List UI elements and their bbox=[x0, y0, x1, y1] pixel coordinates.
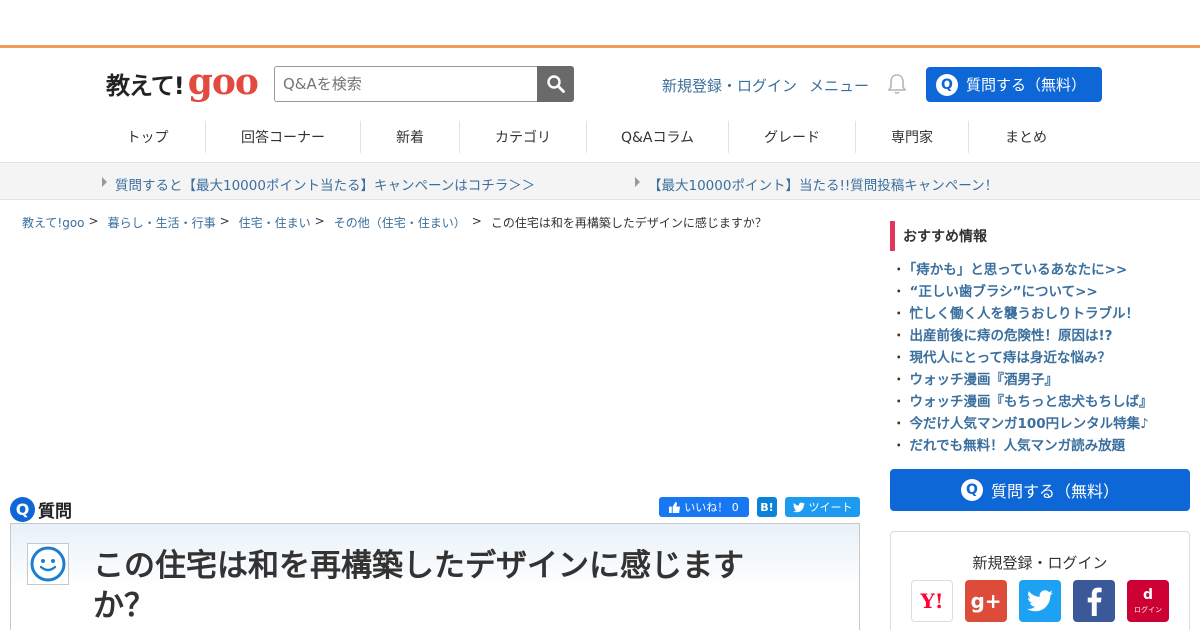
docomo-d-icon: d bbox=[1142, 586, 1154, 603]
twitter-bird-icon bbox=[792, 502, 805, 512]
docomo-login-label: ログイン bbox=[1134, 605, 1162, 614]
breadcrumb-separator: > bbox=[88, 214, 99, 228]
recommend-list: ・「痔かも」と思っているあなたに>> ・ “正しい歯ブラシ”について>> ・忙しく… bbox=[892, 259, 1153, 457]
google-plus-icon: g+ bbox=[970, 589, 1002, 613]
list-item[interactable]: ・ウォッチ漫画『酒男子』 bbox=[892, 369, 1153, 391]
login-title: 新規登録・ログイン bbox=[972, 554, 1108, 572]
nav-item-qa-column[interactable]: Q&Aコラム bbox=[587, 121, 729, 153]
logo-text: 教えて! bbox=[106, 72, 185, 100]
google-plus-login-button[interactable]: g+ bbox=[965, 580, 1007, 622]
breadcrumb-link-home[interactable]: 教えて!goo bbox=[22, 214, 85, 231]
question-box: この住宅は和を再構築したデザインに感じますか？ bbox=[10, 523, 860, 630]
arrow-right-icon bbox=[102, 177, 107, 187]
campaign-bar: 質問すると【最大10000ポイント当たる】キャンペーンはコチラ＞＞ 【最大100… bbox=[0, 163, 1200, 200]
nav-item-expert[interactable]: 専門家 bbox=[856, 121, 969, 153]
breadcrumb-separator: > bbox=[314, 214, 325, 228]
ask-question-button[interactable]: Q 質問する（無料） bbox=[926, 67, 1102, 102]
question-title: この住宅は和を再構築したデザインに感じますか？ bbox=[93, 548, 744, 624]
avatar[interactable] bbox=[27, 543, 69, 585]
menu-link[interactable]: メニュー bbox=[809, 75, 869, 96]
search-input[interactable] bbox=[274, 66, 538, 102]
yahoo-icon: Y! bbox=[920, 589, 944, 613]
list-item[interactable]: ・「痔かも」と思っているあなたに>> bbox=[892, 259, 1153, 281]
list-item[interactable]: ・忙しく働く人を襲うおしりトラブル！ bbox=[892, 303, 1153, 325]
hatena-bookmark-button[interactable]: B! bbox=[757, 497, 777, 517]
list-item[interactable]: ・ウォッチ漫画『もちっと忠犬もちしば』 bbox=[892, 391, 1153, 413]
q-icon: Q bbox=[936, 73, 958, 96]
tweet-label: ツイート bbox=[808, 501, 853, 514]
nav-item-top[interactable]: トップ bbox=[90, 121, 206, 153]
nav-item-answer-corner[interactable]: 回答コーナー bbox=[206, 121, 361, 153]
bell-icon[interactable] bbox=[887, 73, 907, 95]
sidebar-ask-label: 質問する（無料） bbox=[990, 482, 1119, 501]
nav-item-matome[interactable]: まとめ bbox=[969, 121, 1083, 153]
breadcrumb-separator: > bbox=[219, 214, 230, 228]
list-item[interactable]: ・今だけ人気マンガ100円レンタル特集♪ bbox=[892, 413, 1153, 435]
site-header: 教えて! goo 新規登録・ログイン メニュー Q 質問する（無料） トップ 回… bbox=[0, 51, 1200, 163]
breadcrumb-current: この住宅は和を再構築したデザインに感じますか？ bbox=[490, 216, 767, 230]
breadcrumb-separator: > bbox=[471, 214, 482, 228]
docomo-login-button[interactable]: d ログイン bbox=[1127, 580, 1169, 622]
breadcrumb-link-life[interactable]: 暮らし・生活・行事 bbox=[108, 214, 216, 231]
search-icon bbox=[546, 75, 565, 93]
login-box: 新規登録・ログイン Y! g+ d ログイン bbox=[890, 531, 1190, 630]
nav-item-category[interactable]: カテゴリ bbox=[460, 121, 587, 153]
breadcrumb: 教えて!goo > 暮らし・生活・行事 > 住宅・住まい > その他（住宅・住ま… bbox=[22, 214, 767, 231]
twitter-login-button[interactable] bbox=[1019, 580, 1061, 622]
list-item[interactable]: ・現代人にとって痔は身近な悩み？ bbox=[892, 347, 1153, 369]
search-button[interactable] bbox=[537, 66, 574, 102]
breadcrumb-link-housing[interactable]: 住宅・住まい bbox=[239, 214, 311, 231]
top-ad-bar bbox=[0, 0, 1200, 48]
list-item[interactable]: ・だれでも無料！人気マンガ読み放題 bbox=[892, 435, 1153, 457]
global-nav: トップ 回答コーナー 新着 カテゴリ Q&Aコラム グレード 専門家 まとめ bbox=[90, 121, 1090, 153]
facebook-f-icon bbox=[1087, 587, 1102, 616]
like-button[interactable]: いいね！ 0 bbox=[659, 497, 749, 517]
breadcrumb-link-other[interactable]: その他（住宅・住まい） bbox=[334, 214, 466, 231]
campaign-link-1[interactable]: 質問すると【最大10000ポイント当たる】キャンペーンはコチラ＞＞ bbox=[115, 174, 535, 194]
ask-question-label: 質問する（無料） bbox=[966, 76, 1087, 94]
smiley-avatar-icon bbox=[30, 546, 66, 582]
thumbs-up-icon bbox=[669, 501, 681, 513]
arrow-right-icon bbox=[635, 177, 640, 187]
facebook-login-button[interactable] bbox=[1073, 580, 1115, 622]
nav-item-new[interactable]: 新着 bbox=[361, 121, 460, 153]
tweet-button[interactable]: ツイート bbox=[785, 497, 860, 517]
hatena-icon: B! bbox=[760, 500, 774, 514]
campaign-link-2[interactable]: 【最大10000ポイント】当たる!!質問投稿キャンペーン！ bbox=[648, 174, 998, 194]
register-login-link[interactable]: 新規登録・ログイン bbox=[662, 75, 797, 96]
like-label: いいね！ 0 bbox=[684, 501, 739, 514]
sidebar-ask-question-button[interactable]: Q 質問する（無料） bbox=[890, 469, 1190, 511]
nav-item-grade[interactable]: グレード bbox=[729, 121, 856, 153]
list-item[interactable]: ・ “正しい歯ブラシ”について>> bbox=[892, 281, 1153, 303]
recommend-heading: おすすめ情報 bbox=[890, 221, 987, 251]
list-item[interactable]: ・出産前後に痔の危険性！原因は!? bbox=[892, 325, 1153, 347]
question-badge-icon: Q bbox=[10, 497, 35, 522]
twitter-bird-icon bbox=[1027, 590, 1053, 612]
question-header: Q 質問 bbox=[10, 497, 72, 522]
yahoo-login-button[interactable]: Y! bbox=[911, 580, 953, 622]
question-label: 質問 bbox=[38, 502, 72, 522]
logo-goo: goo bbox=[187, 61, 259, 103]
site-logo[interactable]: 教えて! goo bbox=[106, 61, 259, 103]
q-icon: Q bbox=[960, 479, 983, 501]
